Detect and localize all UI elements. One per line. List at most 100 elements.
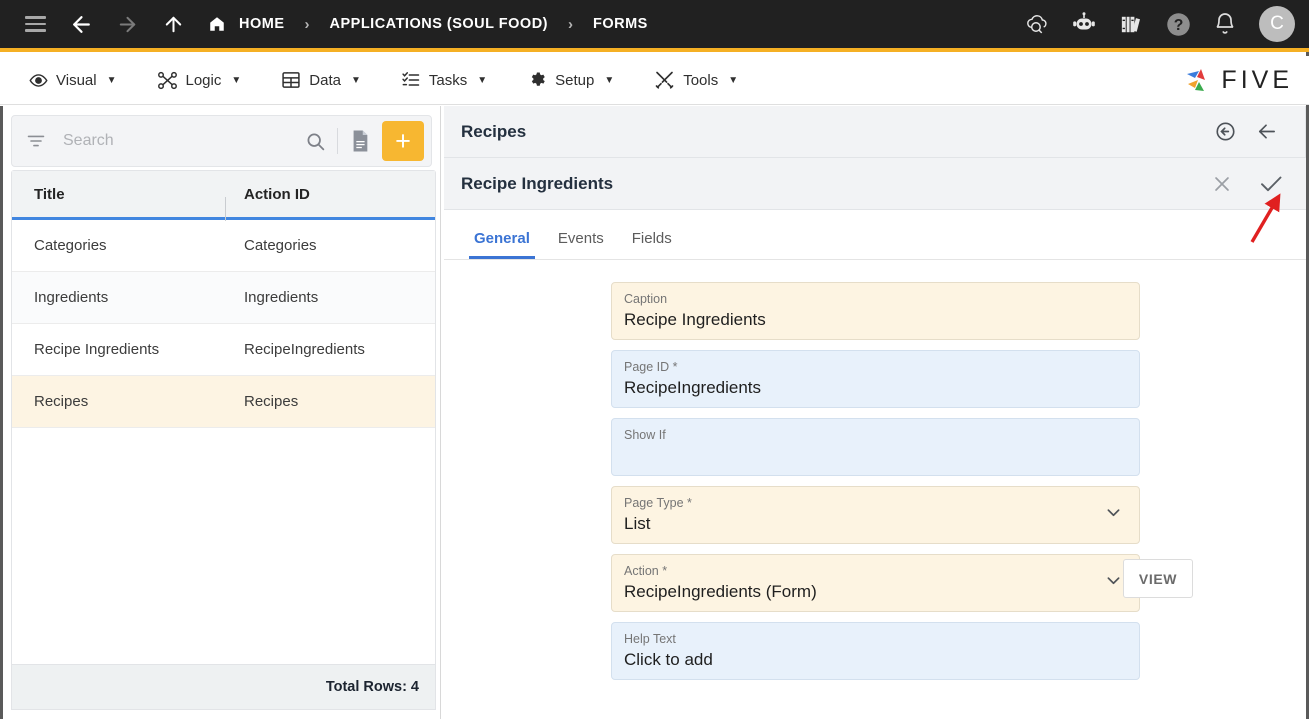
- general-form: Caption Recipe Ingredients Page ID * Rec…: [444, 260, 1306, 718]
- five-pinwheel-icon: [1187, 69, 1206, 91]
- menu-logic[interactable]: Logic ▼: [144, 67, 255, 94]
- total-rows-label: Total Rows: 4: [325, 679, 419, 695]
- breadcrumb-item-applications[interactable]: APPLICATIONS (SOUL FOOD): [326, 16, 553, 32]
- field-action-label: Action *: [624, 564, 668, 578]
- menu-tasks[interactable]: Tasks ▼: [388, 66, 500, 94]
- field-page-id-label: Page ID *: [624, 360, 678, 374]
- field-action[interactable]: Action * RecipeIngredients (Form): [611, 554, 1140, 612]
- chevron-down-icon: ▼: [350, 74, 361, 86]
- cell-title: Recipes: [34, 393, 89, 410]
- record-title: Recipe Ingredients: [461, 173, 614, 193]
- flow-nodes-icon: [157, 71, 178, 90]
- tab-events[interactable]: Events: [544, 230, 618, 259]
- table-row[interactable]: Categories Categories: [12, 220, 435, 272]
- chevron-down-icon[interactable]: [1104, 503, 1123, 527]
- back-arrow-icon[interactable]: [64, 7, 98, 41]
- confirm-check-icon[interactable]: [1242, 171, 1284, 197]
- tools-icon: [654, 70, 675, 90]
- five-logo-text: FIVE: [1221, 65, 1293, 94]
- field-show-if[interactable]: Show If: [611, 418, 1140, 476]
- table-row[interactable]: Recipe Ingredients RecipeIngredients: [12, 324, 435, 376]
- avatar[interactable]: C: [1259, 6, 1295, 42]
- table-row-selected[interactable]: Recipes Recipes: [12, 376, 435, 428]
- filter-icon[interactable]: [26, 131, 46, 151]
- gear-icon: [527, 70, 547, 90]
- menu-setup-label: Setup: [555, 71, 595, 89]
- chevron-down-icon: ▼: [231, 74, 242, 86]
- bell-icon[interactable]: [1208, 7, 1242, 41]
- home-icon[interactable]: [208, 15, 226, 33]
- five-logo: FIVE: [1182, 65, 1293, 95]
- breadcrumb-item-forms[interactable]: FORMS: [589, 16, 652, 32]
- menu-data[interactable]: Data ▼: [268, 66, 374, 94]
- tab-general[interactable]: General: [460, 230, 544, 259]
- chevron-down-icon: ▼: [477, 74, 488, 86]
- app-window: HOME › APPLICATIONS (SOUL FOOD) › FORMS …: [0, 0, 1309, 719]
- search-icon[interactable]: [294, 131, 337, 152]
- field-page-type-value: List: [624, 514, 651, 533]
- menu-tools-label: Tools: [683, 71, 719, 89]
- table-grid-icon: [281, 70, 301, 90]
- document-icon[interactable]: [338, 129, 382, 153]
- forms-list-panel: + Title Action ID Categories Categories …: [0, 106, 441, 719]
- field-show-if-value: [624, 445, 1125, 467]
- field-caption-label: Caption: [624, 292, 668, 306]
- menu-tasks-label: Tasks: [428, 71, 468, 89]
- chevron-down-icon: ▼: [604, 74, 615, 86]
- topbar-actions: ? C: [1020, 6, 1295, 42]
- field-page-id[interactable]: Page ID * RecipeIngredients: [611, 350, 1140, 408]
- forms-grid: Title Action ID Categories Categories In…: [11, 170, 436, 710]
- field-caption[interactable]: Caption Recipe Ingredients: [611, 282, 1140, 340]
- main-menu-bar: Visual ▼ Logic ▼ Data ▼ Tasks ▼ Setup ▼ …: [0, 56, 1309, 105]
- grid-body: Categories Categories Ingredients Ingred…: [12, 220, 435, 709]
- cell-action-id: RecipeIngredients: [244, 341, 365, 358]
- forward-arrow-icon[interactable]: [110, 7, 144, 41]
- menu-data-label: Data: [309, 71, 341, 89]
- field-help-text[interactable]: Help Text Click to add: [611, 622, 1140, 680]
- breadcrumb-separator: ›: [304, 15, 310, 33]
- search-bar: +: [11, 115, 432, 167]
- robot-chat-icon[interactable]: [1067, 7, 1101, 41]
- record-header: Recipe Ingredients: [444, 158, 1306, 210]
- cell-action-id: Ingredients: [244, 289, 319, 306]
- column-header-title[interactable]: Title: [12, 186, 226, 221]
- grid-footer: Total Rows: 4: [11, 664, 436, 710]
- menu-tools[interactable]: Tools ▼: [641, 66, 751, 94]
- left-arrow-icon[interactable]: [1246, 120, 1287, 143]
- cell-action-id: Recipes: [244, 393, 299, 410]
- search-input[interactable]: [63, 132, 294, 150]
- field-help-text-value: Click to add: [624, 650, 713, 669]
- library-books-icon[interactable]: [1114, 7, 1148, 41]
- help-icon[interactable]: ?: [1161, 7, 1195, 41]
- field-page-type[interactable]: Page Type * List: [611, 486, 1140, 544]
- field-help-text-label: Help Text: [624, 632, 676, 646]
- cell-title: Recipe Ingredients: [34, 341, 160, 358]
- add-form-button[interactable]: +: [382, 121, 424, 161]
- svg-text:?: ?: [1173, 17, 1183, 34]
- view-button[interactable]: VIEW: [1123, 559, 1193, 598]
- top-navigation-bar: HOME › APPLICATIONS (SOUL FOOD) › FORMS …: [0, 0, 1309, 52]
- tab-fields[interactable]: Fields: [618, 230, 686, 259]
- menu-visual[interactable]: Visual ▼: [16, 67, 130, 94]
- menu-visual-label: Visual: [56, 71, 97, 89]
- cloud-check-icon[interactable]: [1020, 7, 1054, 41]
- column-header-action-id[interactable]: Action ID: [226, 186, 435, 203]
- detail-panel: Recipes Recipe Ingredients General Event…: [444, 106, 1306, 719]
- field-page-id-value: RecipeIngredients: [624, 378, 762, 397]
- eye-icon: [29, 71, 48, 90]
- back-circle-icon[interactable]: [1205, 120, 1246, 143]
- menu-logic-label: Logic: [185, 71, 222, 89]
- breadcrumb: HOME › APPLICATIONS (SOUL FOOD) › FORMS: [200, 15, 652, 33]
- up-arrow-icon[interactable]: [156, 7, 190, 41]
- breadcrumb-item-home[interactable]: HOME: [235, 16, 289, 32]
- hamburger-icon[interactable]: [18, 7, 52, 41]
- detail-parent-header: Recipes: [444, 106, 1306, 158]
- field-action-value: RecipeIngredients (Form): [624, 582, 817, 601]
- detail-tabs: General Events Fields: [444, 210, 1306, 260]
- table-row[interactable]: Ingredients Ingredients: [12, 272, 435, 324]
- chevron-down-icon[interactable]: [1104, 571, 1123, 595]
- page-title: Recipes: [461, 121, 527, 141]
- close-icon[interactable]: [1202, 173, 1242, 195]
- field-page-type-label: Page Type *: [624, 496, 692, 510]
- menu-setup[interactable]: Setup ▼: [514, 66, 627, 94]
